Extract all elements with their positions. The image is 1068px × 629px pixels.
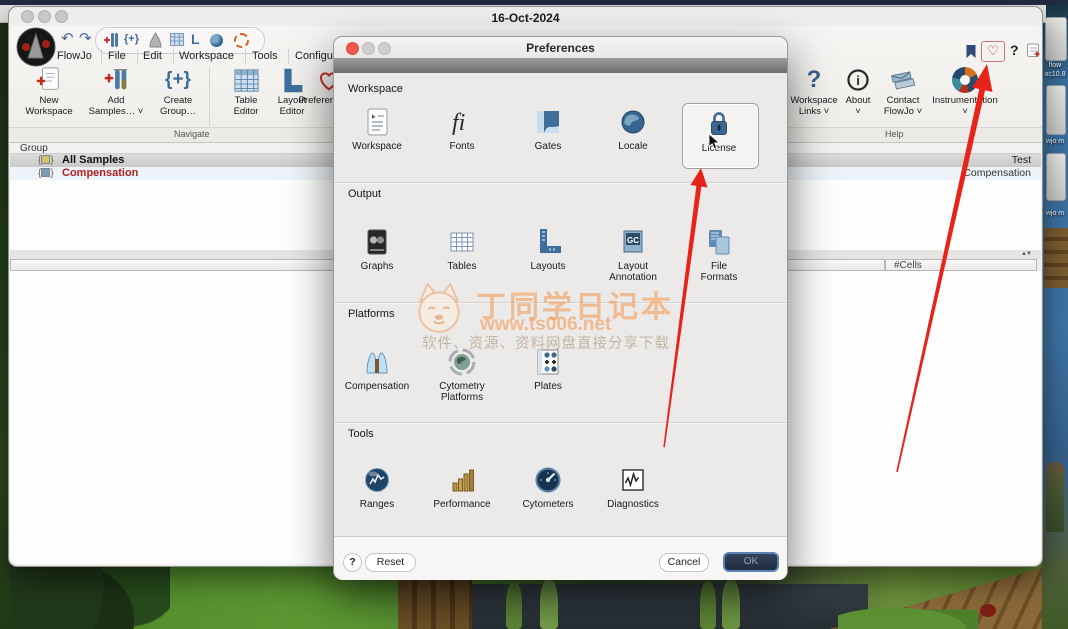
arrow-to-heart bbox=[896, 64, 992, 472]
annotation-arrows bbox=[0, 0, 1068, 629]
arrow-to-license bbox=[663, 168, 707, 447]
screen: flow ac10.8 wjo m wjo m 16-Oct-2024 ↶ ↷ bbox=[0, 0, 1068, 629]
